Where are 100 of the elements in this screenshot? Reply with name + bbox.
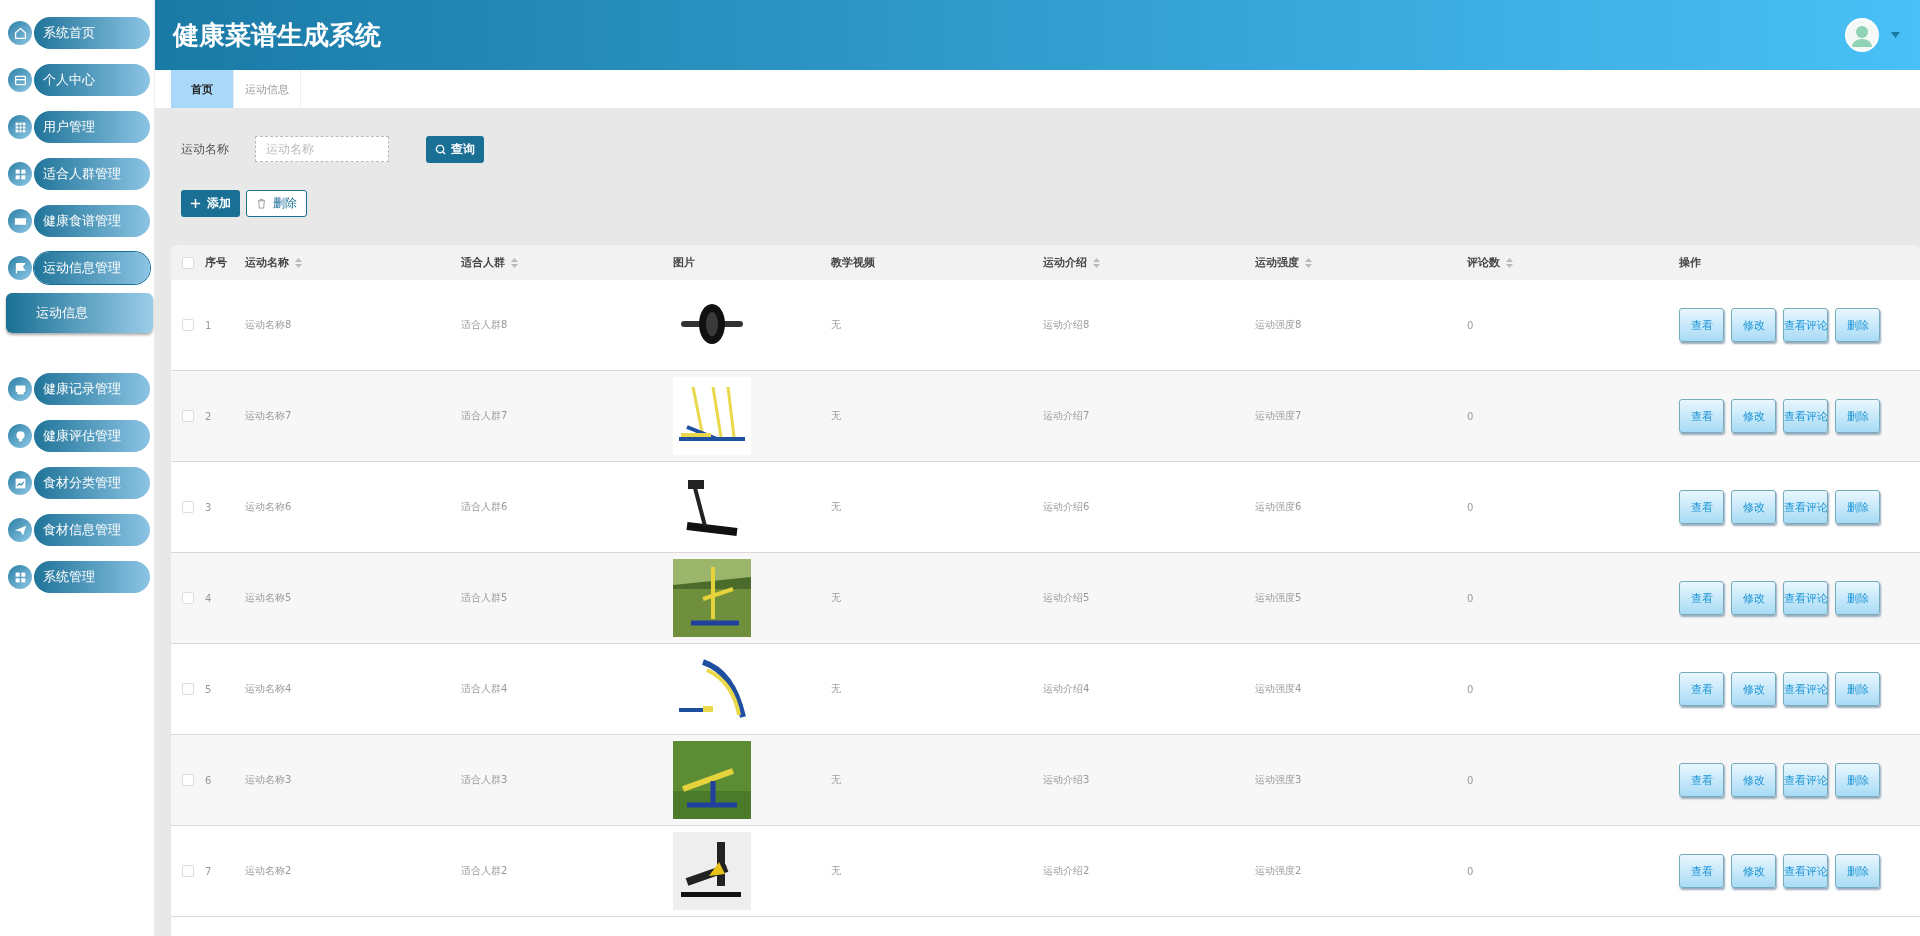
delete-button[interactable]: 删除 <box>1835 763 1880 797</box>
table-cell: 适合人群2 <box>461 864 508 878</box>
header-checkbox[interactable] <box>182 256 194 269</box>
sort-icon[interactable] <box>511 257 518 268</box>
table-cell: 1 <box>205 319 212 331</box>
sort-icon[interactable] <box>1093 257 1100 268</box>
table-cell: 运动强度3 <box>1255 773 1302 787</box>
delete-button[interactable]: 删除 <box>1835 672 1880 706</box>
sidebar-item[interactable]: 适合人群管理 <box>34 158 150 190</box>
caret-icon[interactable] <box>1891 32 1900 38</box>
view-button[interactable]: 查看 <box>1679 581 1724 615</box>
table-cell: 运动强度4 <box>1255 682 1302 696</box>
edit-button[interactable]: 修改 <box>1731 399 1776 433</box>
column-header: 操作 <box>1679 255 1701 270</box>
view-button[interactable]: 查看 <box>1679 490 1724 524</box>
delete-button[interactable]: 删除 <box>1835 490 1880 524</box>
table-cell: 运动名称7 <box>245 409 292 423</box>
table-cell: 6 <box>205 774 212 786</box>
edit-button[interactable]: 修改 <box>1731 763 1776 797</box>
row-checkbox[interactable] <box>182 865 194 877</box>
table-cell: 运动强度8 <box>1255 318 1302 332</box>
table-cell: 运动介绍8 <box>1043 318 1090 332</box>
table-cell: 0 <box>1467 319 1474 331</box>
delete-button[interactable]: 删除 <box>1835 399 1880 433</box>
sidebar-item[interactable]: 食材分类管理 <box>34 467 150 499</box>
table-cell: 0 <box>1467 683 1474 695</box>
sidebar-item[interactable]: 系统首页 <box>34 17 150 49</box>
comments-button[interactable]: 查看评论 <box>1783 672 1828 706</box>
add-button[interactable]: 添加 <box>181 190 240 217</box>
edit-button[interactable]: 修改 <box>1731 672 1776 706</box>
table-cell: 运动强度6 <box>1255 500 1302 514</box>
table-cell: 运动介绍4 <box>1043 682 1090 696</box>
tab[interactable]: 首页 <box>171 70 234 108</box>
view-button[interactable]: 查看 <box>1679 763 1724 797</box>
comments-button[interactable]: 查看评论 <box>1783 763 1828 797</box>
avatar[interactable] <box>1845 18 1879 52</box>
column-header: 运动介绍 <box>1043 255 1087 270</box>
table-cell: 0 <box>1467 865 1474 877</box>
submenu-item[interactable]: 运动信息 <box>6 293 153 333</box>
sort-icon[interactable] <box>1305 257 1312 268</box>
table-cell: 适合人群8 <box>461 318 508 332</box>
table-cell: 运动介绍6 <box>1043 500 1090 514</box>
edit-button[interactable]: 修改 <box>1731 308 1776 342</box>
comments-button[interactable]: 查看评论 <box>1783 308 1828 342</box>
row-checkbox[interactable] <box>182 319 194 331</box>
search-icon <box>435 143 446 155</box>
table-cell: 4 <box>205 592 212 604</box>
table-cell: 运动名称6 <box>245 500 292 514</box>
chart-icon <box>8 471 32 495</box>
sidebar-item[interactable]: 健康评估管理 <box>34 420 150 452</box>
sidebar-item[interactable]: 食材信息管理 <box>34 514 150 546</box>
table-cell: 5 <box>205 683 212 695</box>
comments-button[interactable]: 查看评论 <box>1783 581 1828 615</box>
bulb-icon <box>8 424 32 448</box>
sidebar-item[interactable]: 健康食谱管理 <box>34 205 150 237</box>
table-cell: 无 <box>831 318 841 332</box>
table-cell: 适合人群6 <box>461 500 508 514</box>
delete-button[interactable]: 删除 <box>1835 581 1880 615</box>
view-button[interactable]: 查看 <box>1679 854 1724 888</box>
plus-icon <box>190 198 201 209</box>
table-cell: 无 <box>831 409 841 423</box>
sidebar-item[interactable]: 用户管理 <box>34 111 150 143</box>
comments-button[interactable]: 查看评论 <box>1783 854 1828 888</box>
grid-icon <box>8 115 32 139</box>
table-cell: 运动强度2 <box>1255 864 1302 878</box>
table-cell: 运动名称8 <box>245 318 292 332</box>
view-button[interactable]: 查看 <box>1679 672 1724 706</box>
row-checkbox[interactable] <box>182 592 194 604</box>
flag-icon <box>8 256 32 280</box>
view-button[interactable]: 查看 <box>1679 308 1724 342</box>
comments-button[interactable]: 查看评论 <box>1783 399 1828 433</box>
delete-button[interactable]: 删除 <box>1835 308 1880 342</box>
table-cell: 0 <box>1467 410 1474 422</box>
sort-icon[interactable] <box>295 257 302 268</box>
sidebar-item[interactable]: 健康记录管理 <box>34 373 150 405</box>
edit-button[interactable]: 修改 <box>1731 854 1776 888</box>
sidebar-item[interactable]: 个人中心 <box>34 64 150 96</box>
sidebar-item[interactable]: 运动信息管理 <box>34 252 150 284</box>
row-checkbox[interactable] <box>182 410 194 422</box>
delete-button[interactable]: 删除 <box>246 190 307 217</box>
delete-button[interactable]: 删除 <box>1835 854 1880 888</box>
row-checkbox[interactable] <box>182 774 194 786</box>
search-button[interactable]: 查询 <box>426 135 484 163</box>
row-checkbox[interactable] <box>182 501 194 513</box>
search-field[interactable]: 运动名称 <box>255 136 389 162</box>
table-cell: 运动强度7 <box>1255 409 1302 423</box>
row-checkbox[interactable] <box>182 683 194 695</box>
sort-icon[interactable] <box>1506 257 1513 268</box>
table-cell: 运动介绍7 <box>1043 409 1090 423</box>
table-cell: 2 <box>205 410 212 422</box>
table-cell: 运动强度5 <box>1255 591 1302 605</box>
table-cell: 运动介绍2 <box>1043 864 1090 878</box>
edit-button[interactable]: 修改 <box>1731 581 1776 615</box>
view-button[interactable]: 查看 <box>1679 399 1724 433</box>
comments-button[interactable]: 查看评论 <box>1783 490 1828 524</box>
edit-button[interactable]: 修改 <box>1731 490 1776 524</box>
table-cell: 7 <box>205 865 212 877</box>
sidebar-item[interactable]: 系统管理 <box>34 561 150 593</box>
table-cell: 0 <box>1467 501 1474 513</box>
ticket-icon <box>8 209 32 233</box>
